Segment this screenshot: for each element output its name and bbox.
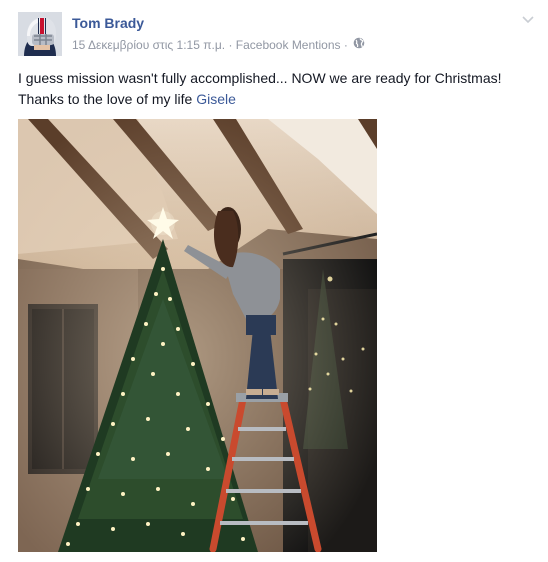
author-name[interactable]: Tom Brady: [72, 14, 144, 32]
globe-icon[interactable]: [353, 37, 365, 53]
chevron-down-icon[interactable]: [520, 12, 536, 28]
christmas-tree-photo: [18, 119, 377, 552]
meta-separator: ·: [343, 37, 348, 52]
facebook-post: Tom Brady 15 Δεκεμβρίου στις 1:15 π.μ. ·…: [0, 0, 548, 562]
helmet-avatar-icon: [18, 12, 62, 56]
post-photo[interactable]: [18, 119, 377, 552]
post-body: I guess mission wasn't fully accomplishe…: [18, 70, 502, 107]
author-avatar[interactable]: [18, 12, 62, 56]
mention-link[interactable]: Gisele: [196, 91, 236, 107]
post-timestamp[interactable]: 15 Δεκεμβρίου στις 1:15 π.μ.: [72, 38, 225, 52]
post-text: I guess mission wasn't fully accomplishe…: [18, 68, 528, 110]
meta-separator: ·: [228, 37, 233, 52]
app-attribution[interactable]: Facebook Mentions: [236, 38, 341, 52]
post-meta: 15 Δεκεμβρίου στις 1:15 π.μ. · Facebook …: [72, 36, 365, 53]
